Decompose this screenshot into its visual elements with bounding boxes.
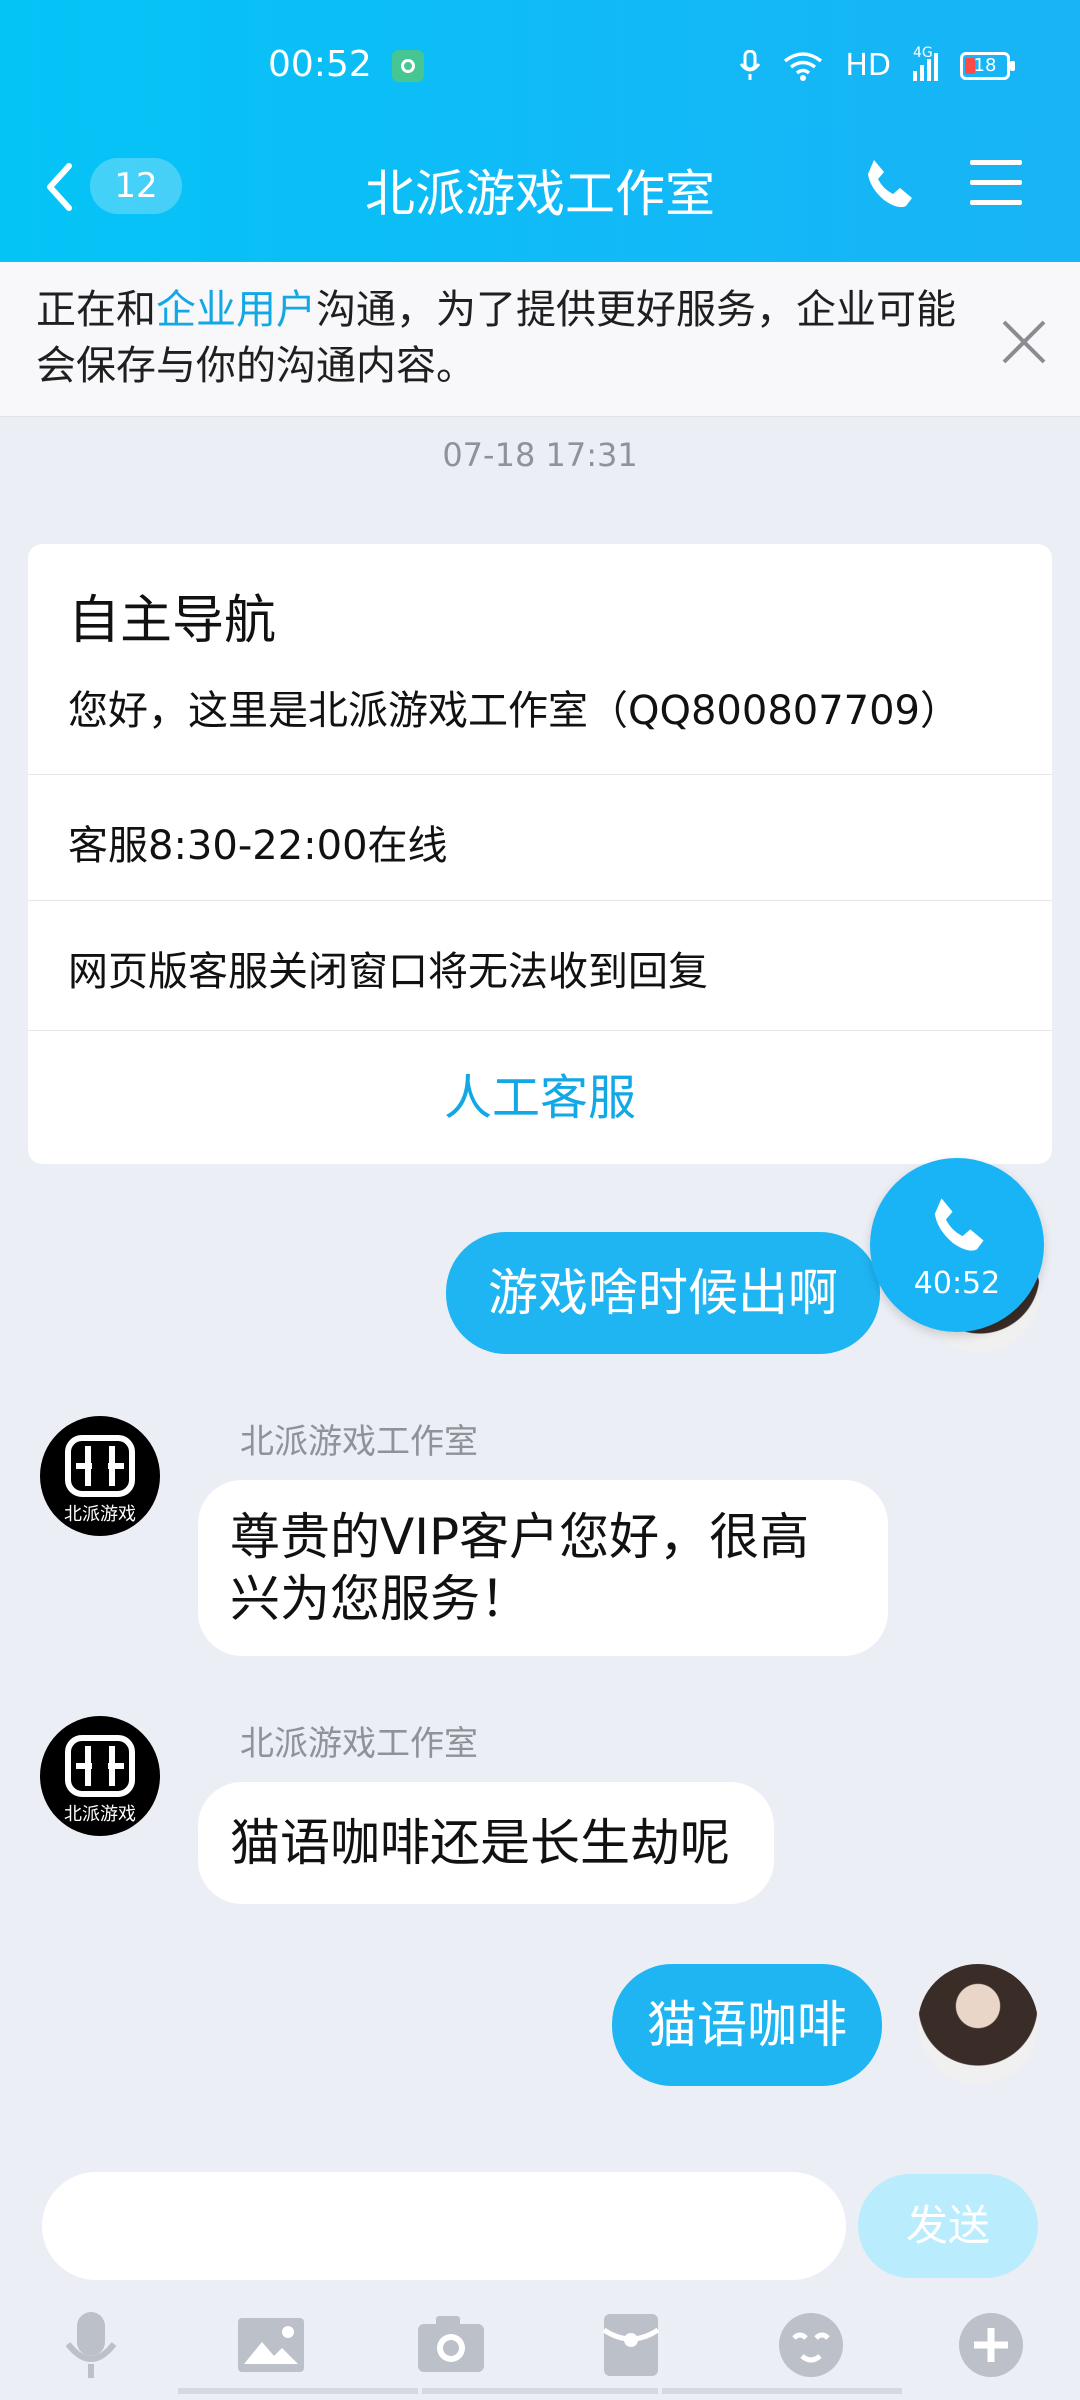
card-title: 自主导航 <box>68 591 277 651</box>
battery-level: 18 <box>973 54 997 76</box>
message-timestamp: 07-18 17:31 <box>442 436 638 474</box>
gesture-bar <box>178 2388 418 2394</box>
send-button[interactable]: 发送 <box>858 2174 1038 2278</box>
notice-text: 正在和企业用户沟通，为了提供更好服务，企业可能会保存与你的沟通内容。 <box>36 282 976 394</box>
call-duration: 40:52 <box>913 1266 1001 1301</box>
notice-text-prefix: 正在和 <box>36 287 156 333</box>
nav-bar: 12 北派游戏工作室 <box>0 128 1080 248</box>
notification-app-icon <box>392 50 424 82</box>
card-row-label: 网页版客服关闭窗口将无法收到回复 <box>68 949 708 995</box>
sender-avatar[interactable]: 北派游戏 <box>40 1416 160 1536</box>
message-text: 游戏啥时候出啊 <box>488 1264 838 1322</box>
message-bubble-incoming[interactable]: 尊贵的VIP客户您好，很高兴为您服务！ <box>198 1480 888 1656</box>
card-row-label: 客服8:30-22:00在线 <box>68 823 448 869</box>
brand-logo-icon: 北派游戏 <box>64 1735 136 1825</box>
privacy-notice: 正在和企业用户沟通，为了提供更好服务，企业可能会保存与你的沟通内容。 <box>0 262 1080 417</box>
close-icon[interactable] <box>1000 318 1048 366</box>
status-time: 00:52 <box>268 44 372 85</box>
app-header: 00:52 HD 4G 18 12 北派游戏工作室 <box>0 0 1080 262</box>
gesture-bar <box>422 2388 658 2394</box>
signal-icon: 4G <box>913 45 938 81</box>
network-label: HD <box>845 48 891 83</box>
mic-status-icon <box>740 49 761 80</box>
wifi-icon <box>784 51 823 81</box>
phone-icon <box>934 1198 984 1251</box>
signal-type-label: 4G <box>913 44 933 61</box>
emoji-icon[interactable] <box>766 2300 856 2390</box>
message-bubble-outgoing[interactable]: 猫语咖啡 <box>612 1964 882 2086</box>
plus-icon[interactable] <box>946 2300 1036 2390</box>
menu-icon[interactable] <box>968 158 1024 208</box>
gesture-bar <box>662 2388 902 2394</box>
message-bubble-incoming[interactable]: 猫语咖啡还是长生劫呢 <box>198 1782 774 1904</box>
my-avatar[interactable] <box>918 1964 1038 2084</box>
ongoing-call-button[interactable]: 40:52 <box>870 1158 1044 1332</box>
sender-avatar[interactable]: 北派游戏 <box>40 1716 160 1836</box>
brand-logo-text: 北派游戏 <box>64 1804 136 1825</box>
self-service-card: 自主导航 您好，这里是北派游戏工作室（QQ800807709） 客服8:30-2… <box>28 544 1052 1164</box>
microphone-icon[interactable] <box>46 2300 136 2390</box>
message-text: 猫语咖啡 <box>647 1996 847 2054</box>
camera-icon[interactable] <box>406 2300 496 2390</box>
message-input[interactable] <box>42 2172 846 2280</box>
phone-call-icon[interactable] <box>860 156 916 212</box>
brand-logo-icon: 北派游戏 <box>64 1435 136 1525</box>
card-row-hours[interactable]: 客服8:30-22:00在线 <box>28 774 1052 901</box>
human-support-button[interactable]: 人工客服 <box>28 1030 1052 1164</box>
composer-toolbar <box>0 2300 1080 2400</box>
image-icon[interactable] <box>226 2300 316 2390</box>
composer: 发送 <box>0 2160 1080 2400</box>
message-text: 尊贵的VIP客户您好，很高兴为您服务！ <box>230 1508 810 1628</box>
status-indicators: HD 4G 18 <box>739 45 1015 83</box>
message-bubble-outgoing[interactable]: 游戏啥时候出啊 <box>446 1232 880 1354</box>
card-row-web-notice[interactable]: 网页版客服关闭窗口将无法收到回复 <box>28 900 1052 1027</box>
enterprise-user-link[interactable]: 企业用户 <box>156 287 316 333</box>
card-greeting: 您好，这里是北派游戏工作室（QQ800807709） <box>68 688 961 734</box>
message-text: 猫语咖啡还是长生劫呢 <box>230 1814 730 1872</box>
sender-name: 北派游戏工作室 <box>240 1422 478 1462</box>
sender-name: 北派游戏工作室 <box>240 1724 478 1764</box>
red-packet-icon[interactable] <box>586 2300 676 2390</box>
brand-logo-text: 北派游戏 <box>64 1504 136 1525</box>
battery-icon: 18 <box>960 51 1015 80</box>
page-title: 北派游戏工作室 <box>365 165 715 223</box>
